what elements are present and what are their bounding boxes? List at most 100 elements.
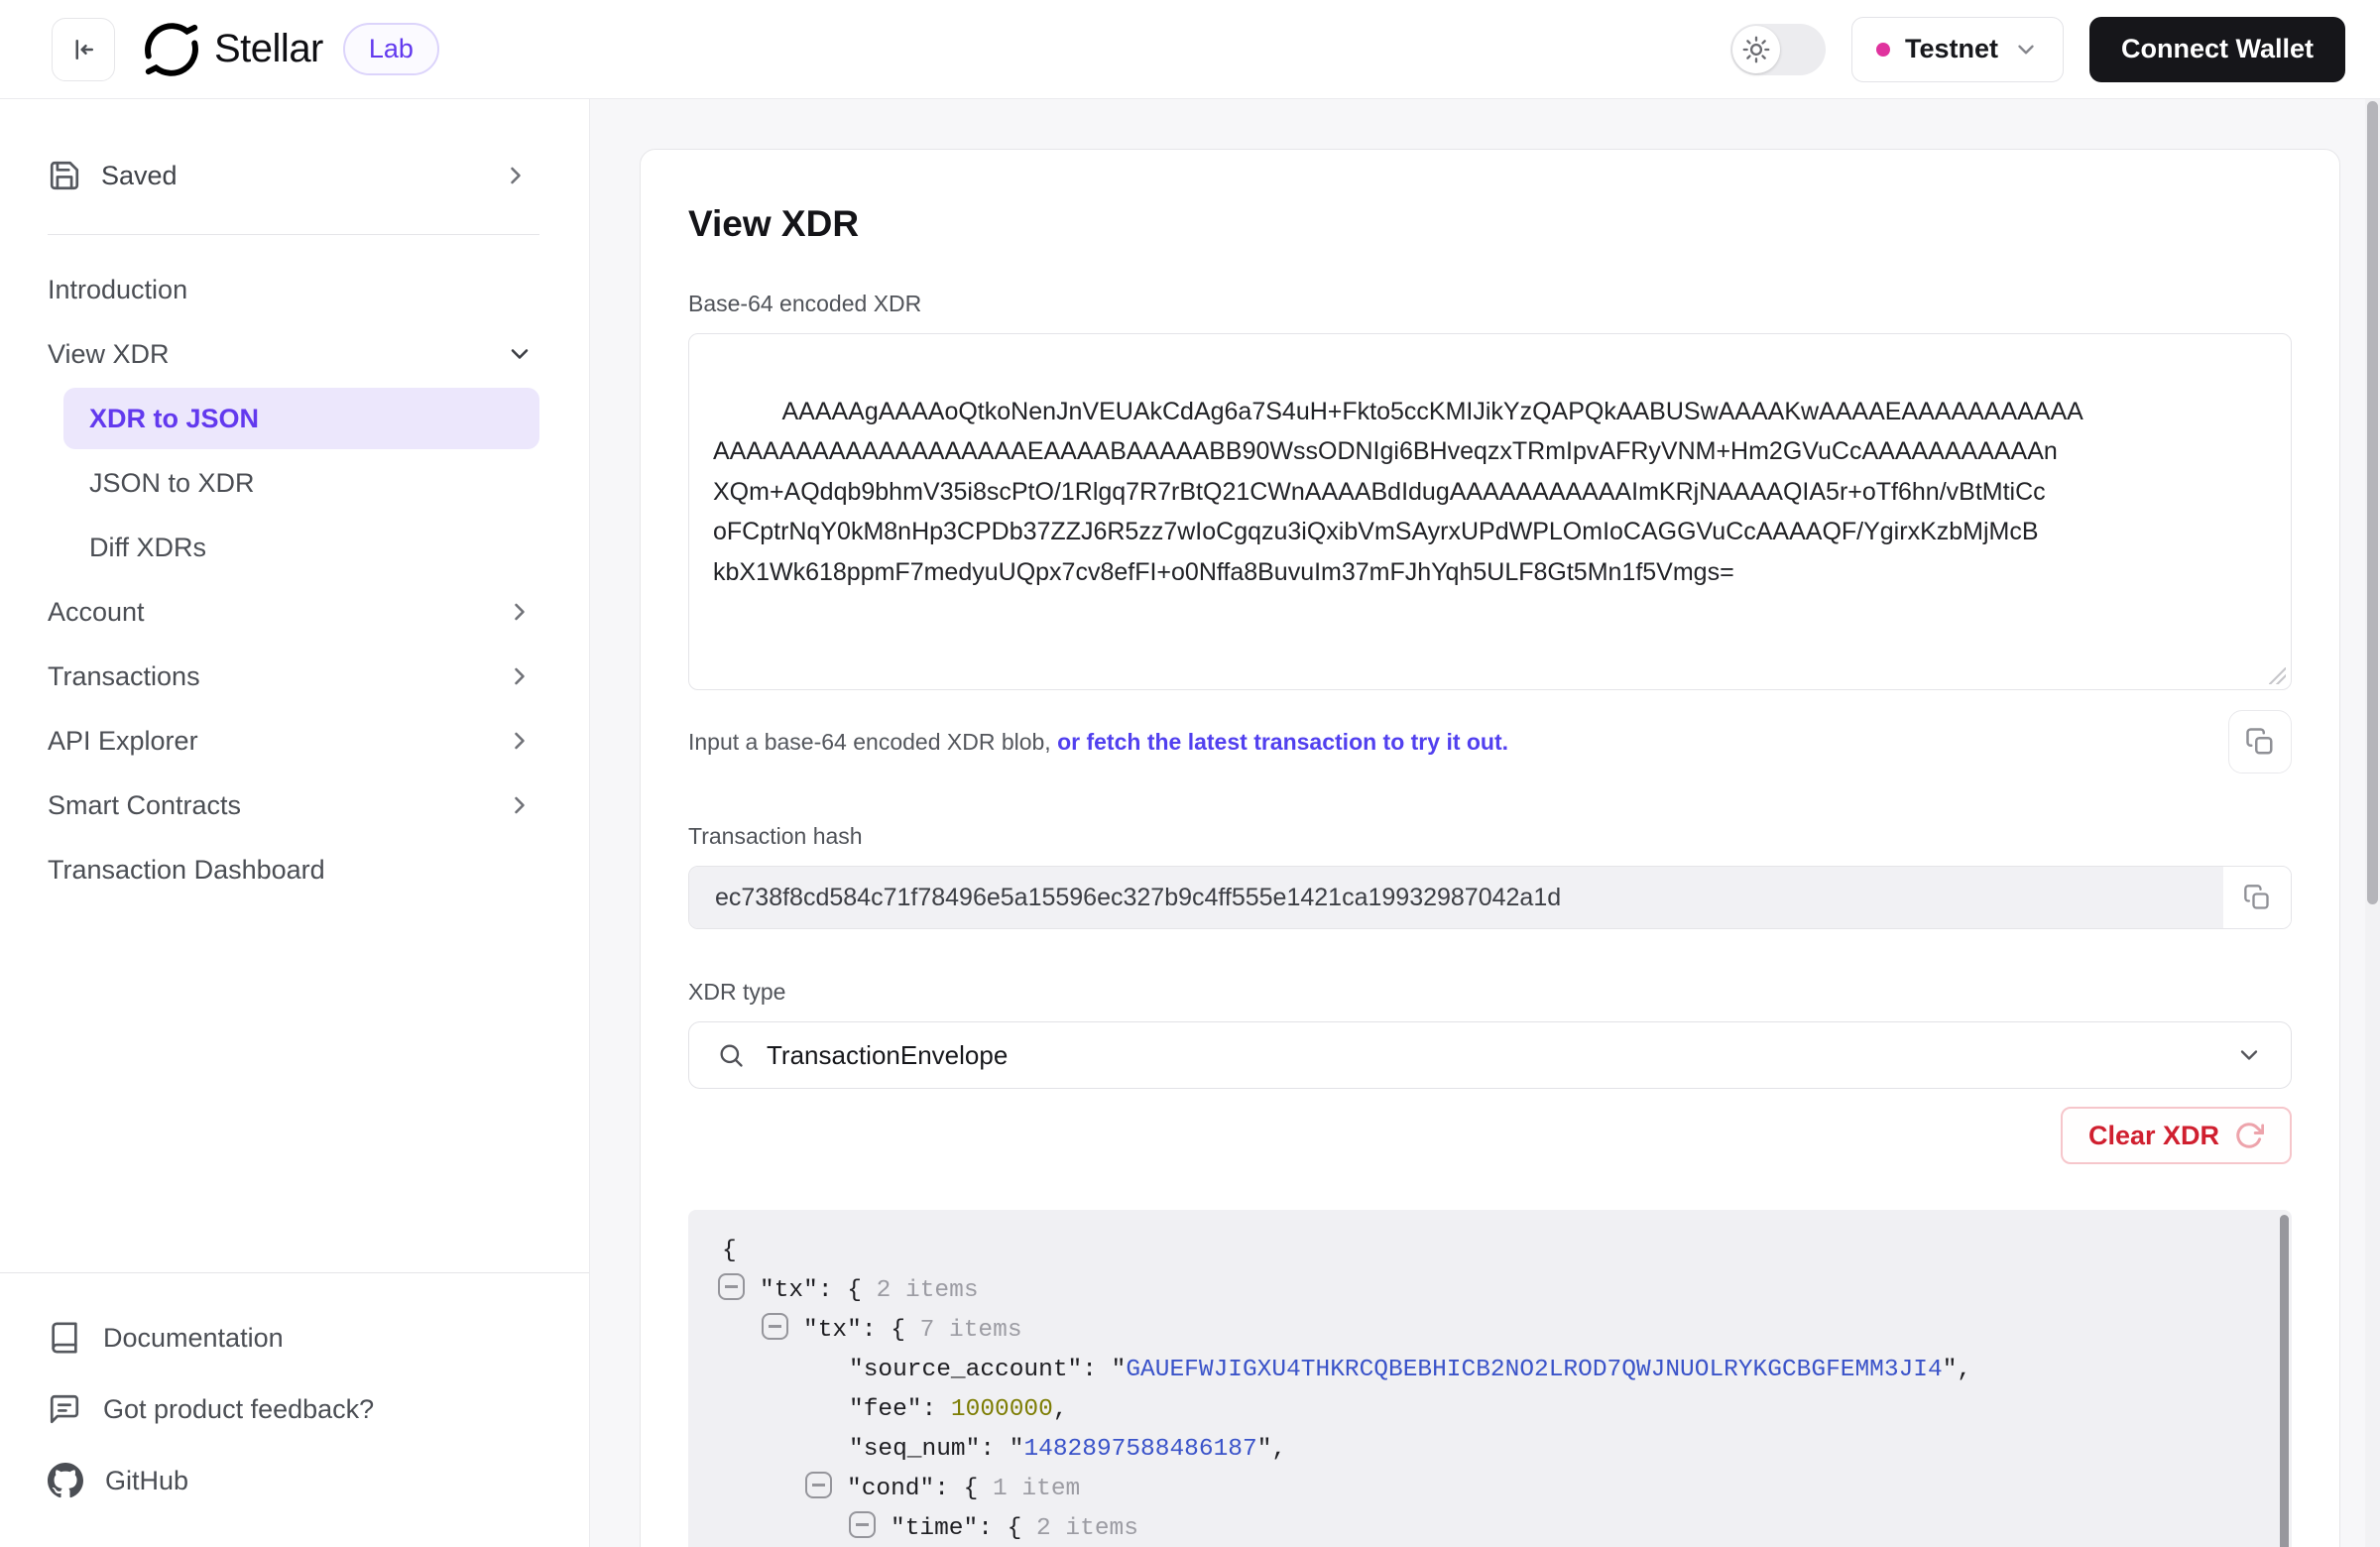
sidebar-item-saved[interactable]: Saved [48, 143, 530, 208]
main-content: View XDR Base-64 encoded XDR AAAAAgAAAAo… [590, 99, 2380, 1547]
nav-label: Account [48, 597, 145, 628]
json-row: "time": { 2 items [718, 1509, 2246, 1547]
network-selector[interactable]: Testnet [1851, 17, 2064, 82]
helper-row: Input a base-64 encoded XDR blob, or fet… [688, 710, 2292, 774]
sidebar-nav: Introduction View XDR XDR to JSON JSON t… [0, 259, 589, 903]
github-icon [48, 1463, 83, 1498]
sidebar-item-smart-contracts[interactable]: Smart Contracts [0, 774, 589, 836]
xdr-field-label: Base-64 encoded XDR [688, 291, 2292, 317]
lab-badge: Lab [343, 23, 439, 75]
network-status-dot [1876, 43, 1890, 57]
collapse-node-icon[interactable] [718, 1273, 745, 1300]
sidebar-item-transaction-dashboard[interactable]: Transaction Dashboard [0, 839, 589, 900]
theme-toggle-knob [1732, 26, 1780, 73]
json-row: "cond": { 1 item [718, 1470, 2246, 1509]
view-xdr-card: View XDR Base-64 encoded XDR AAAAAgAAAAo… [640, 149, 2340, 1547]
sidebar-divider [48, 234, 539, 235]
xdr-type-select[interactable]: TransactionEnvelope [688, 1021, 2292, 1089]
json-segment: "tx" [803, 1317, 862, 1344]
json-segment: "fee" [849, 1396, 922, 1423]
chevron-down-icon [506, 340, 534, 368]
collapse-node-icon[interactable] [849, 1511, 876, 1538]
page-scrollbar[interactable] [2365, 99, 2380, 1547]
sidebar: Saved Introduction View XDR XDR to JSON … [0, 99, 590, 1547]
chevron-right-icon [506, 662, 534, 690]
nav-label: JSON to XDR [89, 468, 255, 499]
theme-toggle[interactable] [1730, 24, 1826, 75]
json-segment: : " [980, 1436, 1023, 1463]
book-icon [48, 1321, 81, 1355]
page-title: View XDR [688, 203, 2292, 245]
hash-field-label: Transaction hash [688, 823, 2292, 850]
nav-label: View XDR [48, 339, 170, 370]
json-row: "tx": { 2 items [718, 1271, 2246, 1311]
json-segment: "source_account" [849, 1357, 1082, 1383]
resize-handle[interactable] [2269, 667, 2286, 684]
sidebar-item-api-explorer[interactable]: API Explorer [0, 710, 589, 772]
nav-label: Introduction [48, 275, 187, 305]
json-segment: : { [978, 1515, 1036, 1542]
copy-icon [2243, 884, 2271, 911]
sidebar-item-xdr-to-json[interactable]: XDR to JSON [63, 388, 539, 449]
chevron-right-icon [502, 162, 530, 189]
clear-xdr-button[interactable]: Clear XDR [2061, 1107, 2292, 1164]
copy-icon [2245, 727, 2275, 757]
save-icon [48, 159, 81, 192]
sidebar-item-account[interactable]: Account [0, 581, 589, 643]
xdr-input[interactable]: AAAAAgAAAAoQtkoNenJnVEUAkCdAg6a7S4uH+Fkt… [688, 333, 2292, 690]
nav-label: Transaction Dashboard [48, 855, 325, 886]
footer-label: Got product feedback? [103, 1394, 374, 1425]
network-label: Testnet [1905, 34, 1998, 64]
header-left: Stellar Lab [52, 18, 439, 81]
json-row: "seq_num": "1482897588486187", [718, 1430, 2246, 1470]
copy-hash-button[interactable] [2223, 867, 2291, 928]
sidebar-item-github[interactable]: GitHub [48, 1450, 541, 1511]
footer-label: GitHub [105, 1466, 188, 1496]
sidebar-item-view-xdr[interactable]: View XDR [0, 323, 589, 385]
sidebar-item-transactions[interactable]: Transactions [0, 646, 589, 707]
json-segment: : { [818, 1277, 877, 1304]
json-segment: "cond" [847, 1476, 934, 1502]
sidebar-item-documentation[interactable]: Documentation [48, 1307, 541, 1368]
clear-xdr-label: Clear XDR [2088, 1121, 2219, 1151]
json-segment: , [1053, 1396, 1068, 1423]
json-row: "fee": 1000000, [718, 1390, 2246, 1430]
json-row: "source_account": "GAUEFWJIGXU4THKRCQBEB… [718, 1351, 2246, 1390]
brand-name: Stellar [214, 27, 323, 71]
json-viewer: {"tx": { 2 items"tx": { 7 items"source_a… [688, 1210, 2292, 1547]
collapse-sidebar-button[interactable] [52, 18, 115, 81]
chevron-right-icon [506, 727, 534, 755]
json-segment: 2 items [877, 1277, 979, 1304]
json-segment: 1000000 [951, 1396, 1053, 1423]
json-segment: "tx" [760, 1277, 818, 1304]
json-segment: : { [862, 1317, 920, 1344]
helper-plain: Input a base-64 encoded XDR blob, [688, 729, 1057, 755]
json-segment: GAUEFWJIGXU4THKRCQBEBHICB2NO2LROD7QWJNUO… [1126, 1357, 1942, 1383]
top-bar: Stellar Lab Testnet [0, 0, 2380, 99]
connect-wallet-button[interactable]: Connect Wallet [2089, 17, 2345, 82]
header-right: Testnet Connect Wallet [1730, 17, 2345, 82]
nav-label: Diff XDRs [89, 533, 206, 563]
collapse-node-icon[interactable] [805, 1472, 832, 1498]
collapse-panel-icon [68, 35, 98, 64]
json-segment: : { [934, 1476, 993, 1502]
xdr-type-label: XDR type [688, 979, 2292, 1006]
stellar-brand[interactable]: Stellar [145, 23, 323, 76]
sidebar-footer: Documentation Got product feedback? GitH… [0, 1272, 589, 1547]
transaction-hash-value[interactable]: ec738f8cd584c71f78496e5a15596ec327b9c4ff… [689, 867, 2223, 928]
nav-label: Transactions [48, 661, 200, 692]
json-segment: "seq_num" [849, 1436, 980, 1463]
copy-xdr-button[interactable] [2228, 710, 2292, 774]
page-scrollbar-thumb[interactable] [2367, 101, 2378, 904]
json-scrollbar-thumb[interactable] [2280, 1215, 2289, 1547]
sidebar-item-json-to-xdr[interactable]: JSON to XDR [63, 452, 539, 514]
json-segment: 1482897588486187 [1023, 1436, 1256, 1463]
fetch-latest-transaction-link[interactable]: or fetch the latest transaction to try i… [1057, 729, 1508, 755]
nav-label: XDR to JSON [89, 404, 259, 434]
sidebar-item-introduction[interactable]: Introduction [0, 259, 589, 320]
sidebar-item-feedback[interactable]: Got product feedback? [48, 1378, 541, 1440]
sidebar-item-diff-xdrs[interactable]: Diff XDRs [63, 517, 539, 578]
json-row: "tx": { 7 items [718, 1311, 2246, 1351]
chevron-down-icon [2013, 37, 2039, 62]
collapse-node-icon[interactable] [762, 1313, 788, 1340]
